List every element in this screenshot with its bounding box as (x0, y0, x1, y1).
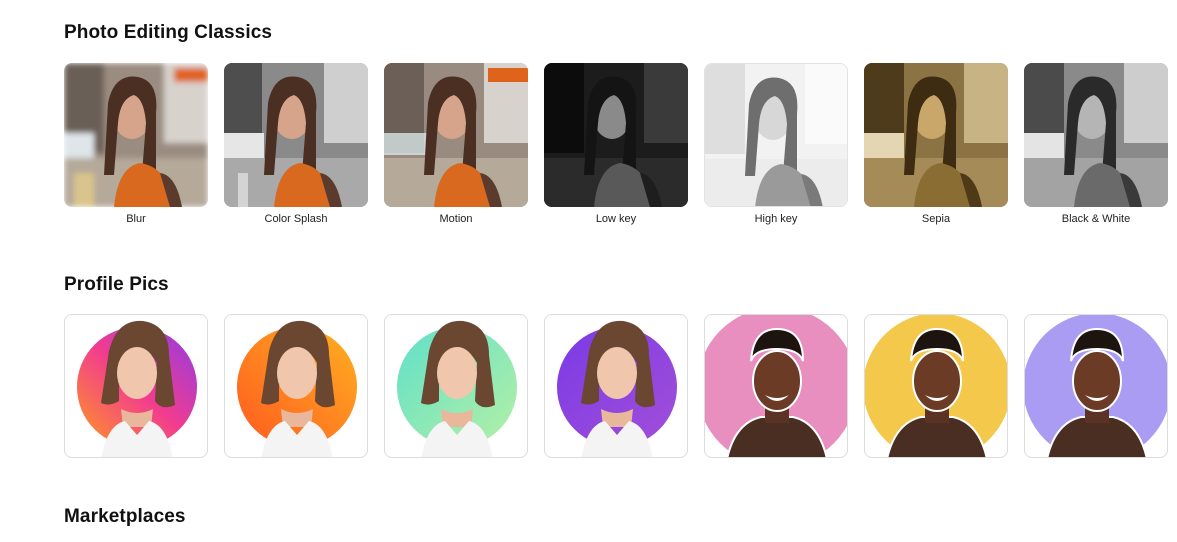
profile-card-pink[interactable] (704, 314, 848, 458)
filter-thumbnail-high-key (704, 63, 848, 207)
section-title-profile-pics: Profile Pics (64, 274, 169, 295)
profile-thumbnail (224, 314, 368, 458)
filter-card-blur[interactable]: Blur (64, 63, 208, 225)
profile-card-mint[interactable] (384, 314, 528, 458)
section-title-marketplaces: Marketplaces (64, 506, 186, 527)
profile-thumbnail (864, 314, 1008, 458)
profile-pics-row (64, 314, 1168, 458)
profile-card-lavender[interactable] (1024, 314, 1168, 458)
filter-label: Motion (439, 213, 473, 225)
filter-label: Blur (126, 213, 146, 225)
profile-thumbnail (704, 314, 848, 458)
filter-thumbnail-color-splash (224, 63, 368, 207)
filter-label: Low key (595, 213, 637, 225)
filter-card-high-key[interactable]: High key (704, 63, 848, 225)
filter-thumbnail-sepia (864, 63, 1008, 207)
filter-thumbnail-low-key (544, 63, 688, 207)
filter-card-motion[interactable]: Motion (384, 63, 528, 225)
filter-card-low-key[interactable]: Low key (544, 63, 688, 225)
filter-thumbnail-motion (384, 63, 528, 207)
profile-card-yellow[interactable] (864, 314, 1008, 458)
filter-label: Color Splash (264, 213, 328, 225)
profile-thumbnail (64, 314, 208, 458)
filter-label: Sepia (921, 213, 951, 225)
profile-thumbnail (544, 314, 688, 458)
filter-thumbnail-blur (64, 63, 208, 207)
filter-card-sepia[interactable]: Sepia (864, 63, 1008, 225)
profile-thumbnail (1024, 314, 1168, 458)
filter-label: Black & White (1061, 213, 1131, 225)
profile-card-orange[interactable] (224, 314, 368, 458)
filter-thumbnail-black-white (1024, 63, 1168, 207)
page: Photo Editing Classics Blur Color Splash… (0, 0, 1177, 542)
profile-thumbnail (384, 314, 528, 458)
photo-editing-classics-row: Blur Color Splash Motion Low key High ke… (64, 63, 1168, 225)
filter-card-color-splash[interactable]: Color Splash (224, 63, 368, 225)
section-title-photo-editing-classics: Photo Editing Classics (64, 22, 273, 43)
profile-card-magenta[interactable] (64, 314, 208, 458)
filter-card-black-white[interactable]: Black & White (1024, 63, 1168, 225)
profile-card-purple[interactable] (544, 314, 688, 458)
filter-label: High key (754, 213, 798, 225)
